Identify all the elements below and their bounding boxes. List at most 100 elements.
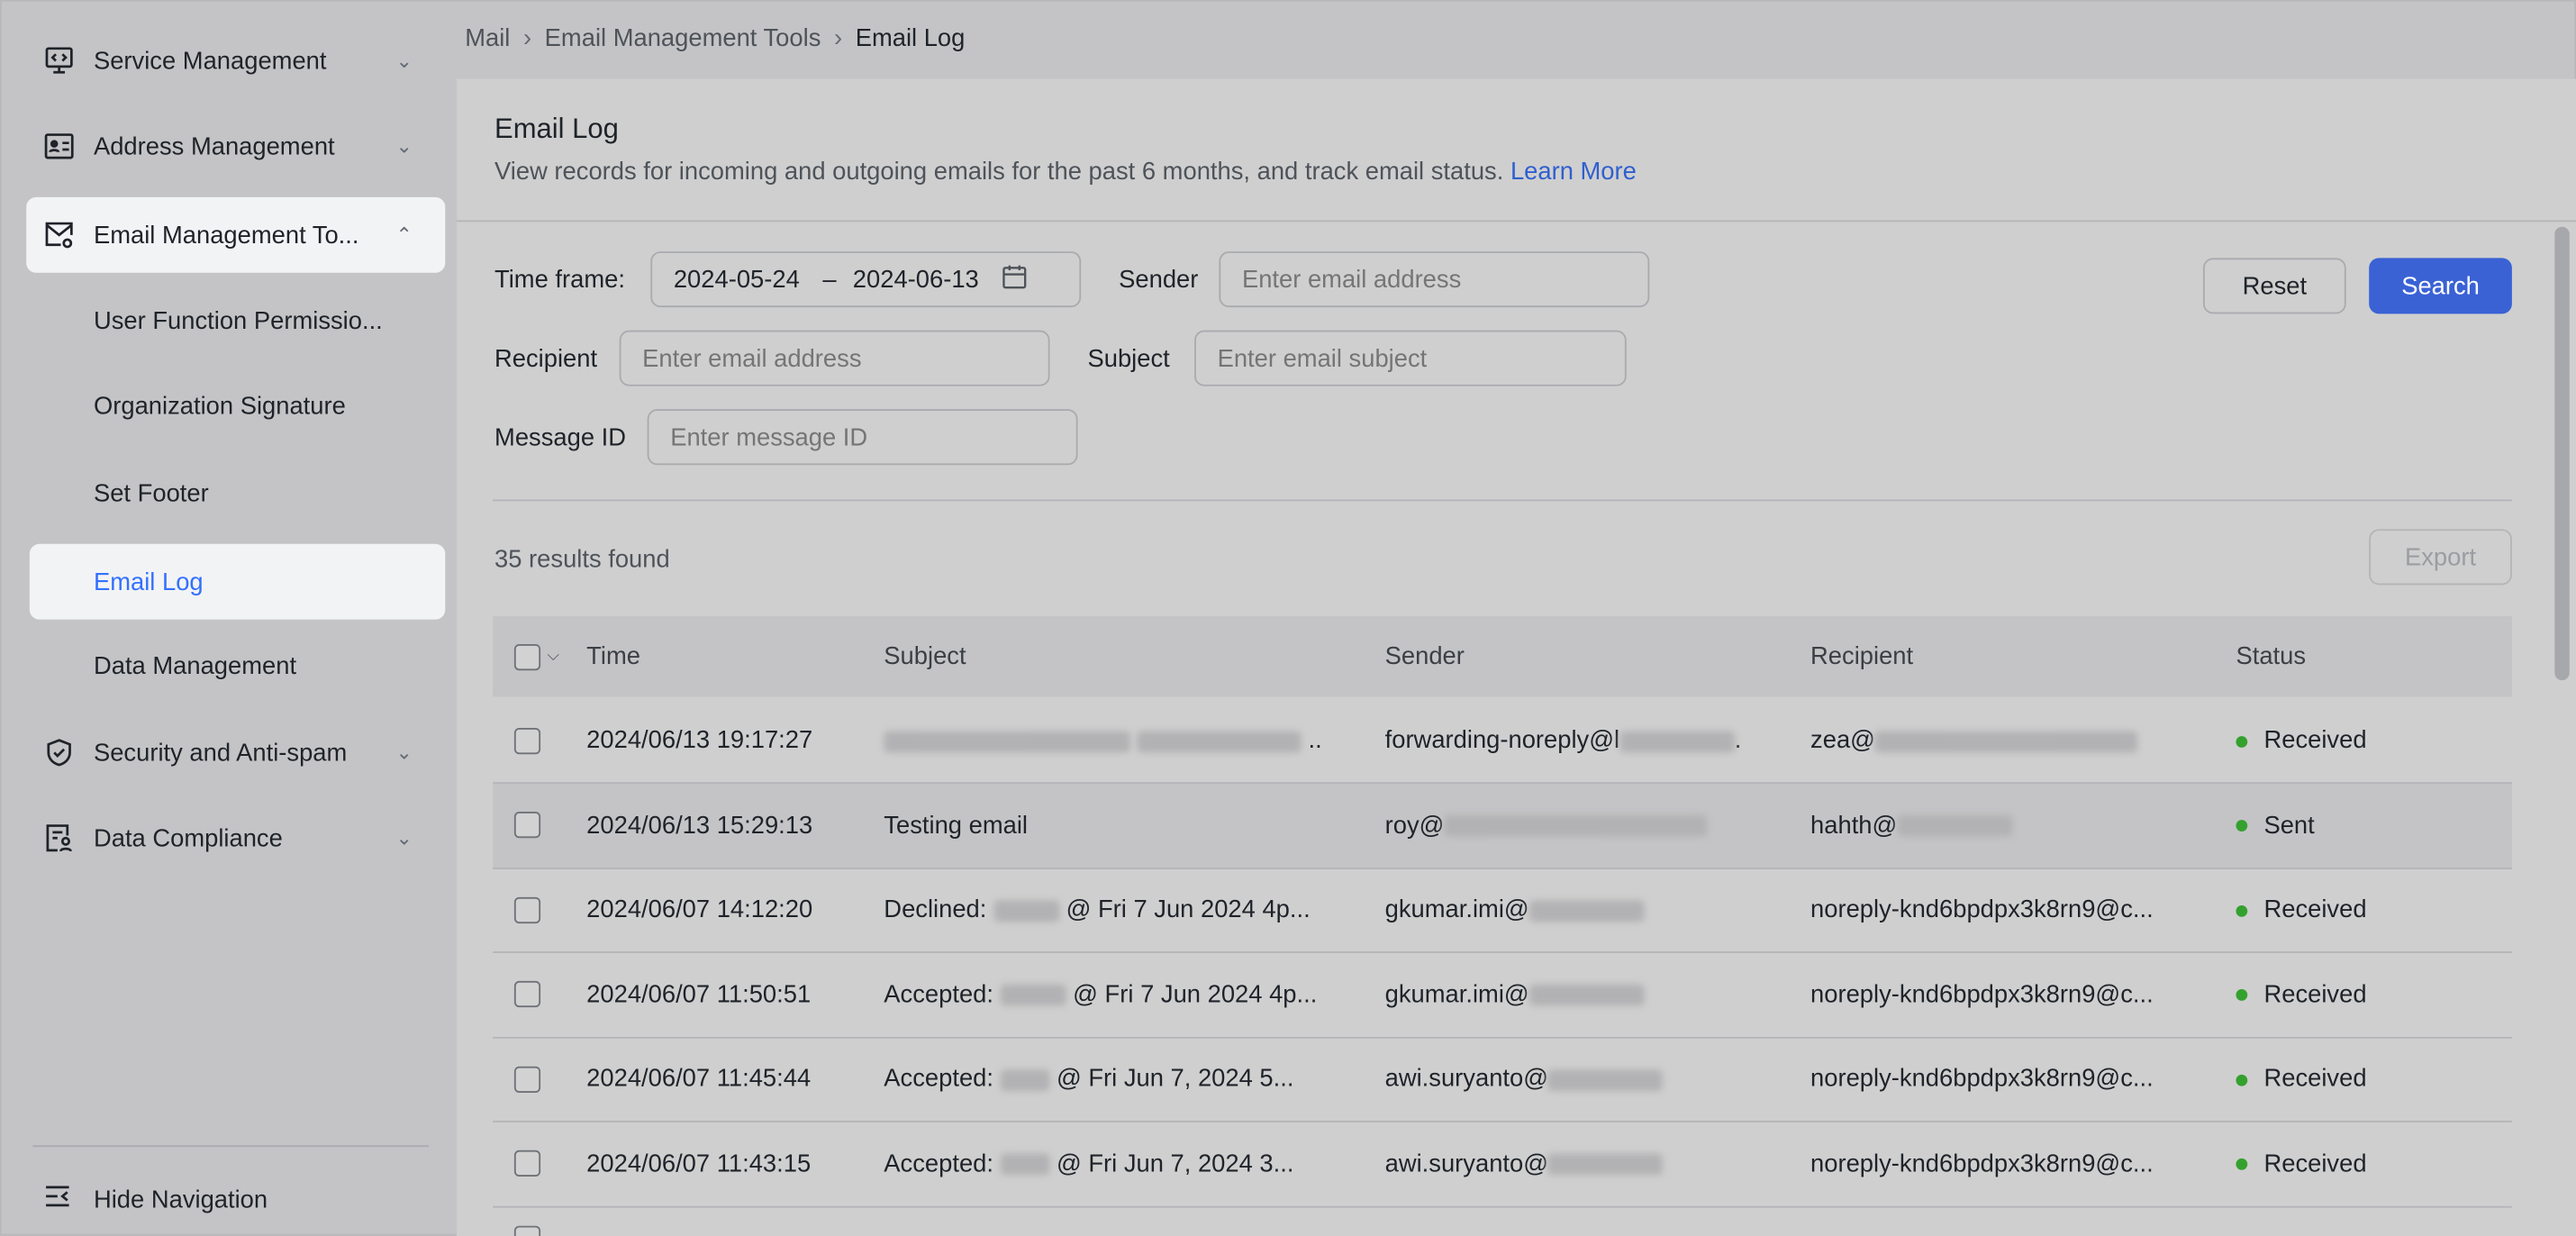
search-button[interactable]: Search xyxy=(2369,258,2512,314)
table-row[interactable]: 2024/06/07 11:45:44 Accepted: @ Fri Jun … xyxy=(493,1037,2512,1122)
table-row[interactable]: 2024/06/13 19:17:27 .. forwarding-norepl… xyxy=(493,698,2512,784)
sidebar-item-set-footer[interactable]: Set Footer xyxy=(26,455,445,531)
row-sender: forwarding-noreply@l. xyxy=(1385,726,1742,754)
time-frame-label: Time frame: xyxy=(494,266,625,294)
results-count: 35 results found xyxy=(494,546,670,574)
sender-label: Sender xyxy=(1119,266,1198,294)
table-row[interactable]: 2024/06/07 14:12:20 Declined: @ Fri 7 Ju… xyxy=(493,868,2512,953)
breadcrumb: Mail › Email Management Tools › Email Lo… xyxy=(465,24,965,52)
subject-input[interactable] xyxy=(1194,331,1627,386)
chevron-down-icon: ⌄ xyxy=(393,741,416,765)
table-header: ⌵ Time Subject Sender Recipient Status xyxy=(493,616,2512,696)
row-subject: Declined: @ Fri 7 Jun 2024 4p... xyxy=(884,895,1310,923)
chevron-down-icon: ⌄ xyxy=(393,826,416,850)
calendar-icon xyxy=(1002,264,1026,295)
sidebar-item-data-management[interactable]: Data Management xyxy=(26,628,445,704)
row-recipient: noreply-knd6bpdpx3k8rn9@c... xyxy=(1810,895,2154,923)
page-title: Email Log xyxy=(494,114,619,146)
row-checkbox[interactable] xyxy=(514,1150,540,1177)
row-checkbox[interactable] xyxy=(514,981,540,1007)
chevron-down-icon: ⌄ xyxy=(393,135,416,159)
row-checkbox[interactable] xyxy=(514,1066,540,1092)
status-dot-icon xyxy=(2236,1074,2247,1086)
row-sender: gkumar.imi@ xyxy=(1385,980,1645,1008)
sender-input[interactable] xyxy=(1219,251,1649,307)
chevron-down-icon[interactable]: ⌵ xyxy=(547,648,559,666)
sidebar-item-email-management-tools[interactable]: Email Management To...⌃ xyxy=(26,197,445,273)
sidebar-item-organization-signature[interactable]: Organization Signature xyxy=(26,368,445,444)
row-sender: awi.suryanto@ xyxy=(1385,1065,1664,1093)
export-button[interactable]: Export xyxy=(2369,529,2512,585)
sidebar-item-user-function-permissions[interactable]: User Function Permissio... xyxy=(26,283,445,359)
filter-divider xyxy=(493,499,2512,501)
email-log-page: Service Management⌄ Address Management⌄ … xyxy=(0,0,2576,1236)
sidebar-item-service-management[interactable]: Service Management⌄ xyxy=(26,23,445,99)
status-badge: Received xyxy=(2236,980,2366,1008)
row-sender: gkumar.imi@ xyxy=(1385,895,1645,923)
message-id-label: Message ID xyxy=(494,424,626,452)
row-recipient: hahth@ xyxy=(1810,811,2012,839)
sidebar-item-email-log[interactable]: Email Log xyxy=(30,544,445,620)
sidebar-item-address-management[interactable]: Address Management⌄ xyxy=(26,108,445,184)
column-subject: Subject xyxy=(884,642,966,670)
recipient-input[interactable] xyxy=(620,331,1050,386)
column-sender: Sender xyxy=(1385,642,1465,670)
mail-gear-icon xyxy=(42,219,75,251)
status-dot-icon xyxy=(2236,820,2247,832)
hide-navigation-button[interactable]: Hide Navigation xyxy=(44,1185,268,1214)
sidebar-item-security-anti-spam[interactable]: Security and Anti-spam⌄ xyxy=(26,714,445,790)
row-checkbox[interactable] xyxy=(514,812,540,838)
scrollbar-thumb[interactable] xyxy=(2554,227,2569,680)
status-dot-icon xyxy=(2236,735,2247,747)
shield-check-icon xyxy=(42,736,75,768)
breadcrumb-mail[interactable]: Mail xyxy=(465,24,510,52)
column-status: Status xyxy=(2236,642,2306,670)
header-divider xyxy=(457,220,2576,222)
document-user-icon xyxy=(42,822,75,854)
sidebar-item-data-compliance[interactable]: Data Compliance⌄ xyxy=(26,800,445,876)
row-checkbox[interactable] xyxy=(514,1226,540,1236)
column-time: Time xyxy=(586,642,640,670)
learn-more-link[interactable]: Learn More xyxy=(1510,158,1637,186)
table-row[interactable]: 2024/06/13 15:29:13 Testing email roy@ h… xyxy=(493,783,2512,868)
status-badge: Received xyxy=(2236,726,2366,754)
row-subject: .. xyxy=(884,726,1321,754)
contact-card-icon xyxy=(42,130,75,162)
row-subject: Testing email xyxy=(884,811,1028,839)
collapse-nav-icon xyxy=(44,1185,77,1214)
date-range-picker[interactable]: 2024-05-24 – 2024-06-13 xyxy=(650,251,1081,307)
select-all-checkbox[interactable]: ⌵ xyxy=(514,643,559,669)
table-row[interactable]: 2024/06/07 11:50:51 Accepted: @ Fri 7 Ju… xyxy=(493,952,2512,1038)
status-dot-icon xyxy=(2236,989,2247,1001)
message-id-input[interactable] xyxy=(648,409,1078,465)
status-badge: Received xyxy=(2236,1150,2366,1177)
breadcrumb-email-log: Email Log xyxy=(856,24,966,52)
table-row-partial xyxy=(493,1206,2512,1236)
subject-label: Subject xyxy=(1087,345,1169,373)
chevron-up-icon: ⌃ xyxy=(393,223,416,247)
column-recipient: Recipient xyxy=(1810,642,1913,670)
chevron-down-icon: ⌄ xyxy=(393,50,416,73)
recipient-label: Recipient xyxy=(494,345,597,373)
row-subject: Accepted: @ Fri Jun 7, 2024 5... xyxy=(884,1065,1293,1093)
status-badge: Received xyxy=(2236,895,2366,923)
table-row[interactable]: 2024/06/07 11:43:15 Accepted: @ Fri Jun … xyxy=(493,1122,2512,1207)
row-recipient: zea@ xyxy=(1810,726,2138,754)
end-date[interactable]: 2024-06-13 xyxy=(853,266,979,294)
breadcrumb-email-management-tools[interactable]: Email Management Tools xyxy=(545,24,821,52)
row-subject: Accepted: @ Fri Jun 7, 2024 3... xyxy=(884,1150,1293,1177)
row-recipient: noreply-knd6bpdpx3k8rn9@c... xyxy=(1810,1150,2154,1177)
status-badge: Received xyxy=(2236,1065,2366,1093)
main-panel: Email Log View records for incoming and … xyxy=(457,79,2576,1236)
row-checkbox[interactable] xyxy=(514,727,540,753)
row-sender: awi.suryanto@ xyxy=(1385,1150,1664,1177)
monitor-code-icon xyxy=(42,44,75,77)
reset-button[interactable]: Reset xyxy=(2203,258,2346,314)
row-recipient: noreply-knd6bpdpx3k8rn9@c... xyxy=(1810,1065,2154,1093)
status-dot-icon xyxy=(2236,1159,2247,1170)
start-date[interactable]: 2024-05-24 xyxy=(674,266,800,294)
status-dot-icon xyxy=(2236,904,2247,916)
row-time: 2024/06/07 14:12:20 xyxy=(586,895,812,923)
row-checkbox[interactable] xyxy=(514,896,540,922)
row-time: 2024/06/07 11:50:51 xyxy=(586,980,811,1008)
